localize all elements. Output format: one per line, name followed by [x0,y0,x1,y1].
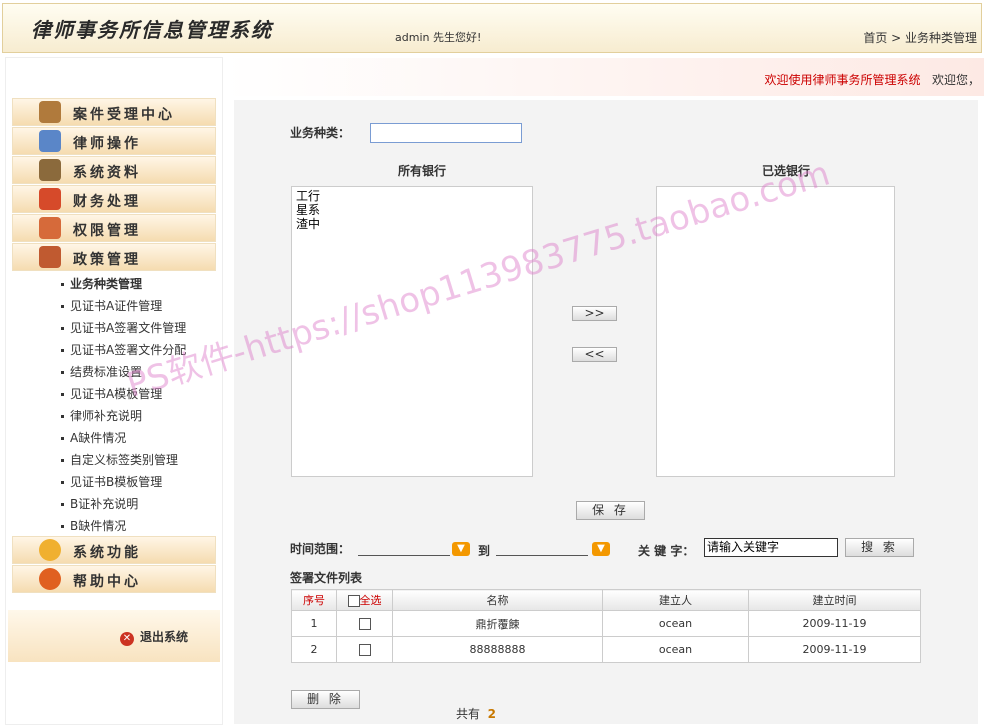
submenu-item[interactable]: 见证书A证件管理 [61,297,162,314]
table-title: 签署文件列表 [290,571,363,585]
total-count: 共有 2 [456,707,497,721]
app-title: 律师事务所信息管理系统 [31,18,273,42]
menu-item-policy[interactable]: 政策管理 [12,243,216,271]
data-icon [39,159,61,181]
submenu-item[interactable]: B证补充说明 [61,495,138,512]
all-banks-label: 所有银行 [398,164,447,178]
keyword-input[interactable]: 请输入关键字 [704,538,838,557]
submenu-item[interactable]: 见证书A签署文件管理 [61,319,186,336]
finance-icon [39,188,61,210]
type-label: 业务种类： [290,126,351,140]
col-header: 建立时间 [748,589,921,611]
menu-item-system[interactable]: 系统功能 [12,536,216,564]
col-header: 名称 [392,589,603,611]
submenu-item[interactable]: 见证书B模板管理 [61,473,162,490]
welcome-bar: 欢迎使用律师事务所管理系统 欢迎您， [224,58,984,96]
menu-item-finance[interactable]: 财务处理 [12,185,216,213]
welcome-text: 欢迎使用律师事务所管理系统 欢迎您， [764,73,980,87]
range-label: 时间范围： [290,542,351,556]
calendar-icon[interactable]: ▼ [452,542,470,556]
menu-item-lawyer[interactable]: 律师操作 [12,127,216,155]
submenu-item[interactable]: A缺件情况 [61,429,126,446]
row-checkbox[interactable] [358,644,371,656]
select-all[interactable]: 全选 [336,589,393,611]
case-icon [39,101,61,123]
logout-button[interactable]: ✕ 退出系统 [120,628,188,646]
policy-icon [39,246,61,268]
menu-item-permission[interactable]: 权限管理 [12,214,216,242]
keyword-label: 关 键 字： [638,544,695,558]
main-panel: 业务种类： 所有银行 已选银行 工行 星系 渣中 >> << 保 存 时间范围：… [234,100,978,724]
lawyer-icon [39,130,61,152]
checkbox[interactable] [347,595,360,607]
table-row[interactable]: 2 88888888 ocean 2009-11-19 [291,636,921,663]
start-date-input[interactable] [358,555,450,556]
document-table: 序号 全选 名称 建立人 建立时间 1 鼎折覆餗 ocean 2009-11-1… [291,589,921,663]
menu-item-data[interactable]: 系统资料 [12,156,216,184]
menu-item-case[interactable]: 案件受理中心 [12,98,216,126]
search-button[interactable]: 搜 索 [845,538,914,557]
calendar-icon[interactable]: ▼ [592,542,610,556]
user-greeting: admin 先生您好! [395,31,482,44]
submenu-item[interactable]: 自定义标签类别管理 [61,451,178,468]
type-input[interactable] [370,123,522,143]
submenu-item[interactable]: 业务种类管理 [61,275,142,292]
submenu-item[interactable]: 律师补充说明 [61,407,142,424]
save-button[interactable]: 保 存 [576,501,645,520]
col-header: 建立人 [602,589,749,611]
close-icon: ✕ [120,632,134,646]
col-header: 序号 [291,589,337,611]
gear-icon [39,539,61,561]
permission-icon [39,217,61,239]
help-icon [39,568,61,590]
menu-item-help[interactable]: 帮助中心 [12,565,216,593]
breadcrumb[interactable]: 首页 > 业务种类管理 [863,29,977,46]
add-button[interactable]: >> [572,306,617,321]
sidebar: 案件受理中心 律师操作 系统资料 财务处理 权限管理 政策管理 业务种类管理 见… [5,57,223,725]
submenu-item[interactable]: B缺件情况 [61,517,126,534]
list-item[interactable]: 星系 [296,203,528,217]
logout-panel: ✕ 退出系统 [8,610,220,662]
delete-button[interactable]: 删 除 [291,690,360,709]
list-item[interactable]: 渣中 [296,217,528,231]
header: 律师事务所信息管理系统 admin 先生您好! 首页 > 业务种类管理 [2,3,982,53]
remove-button[interactable]: << [572,347,617,362]
row-checkbox[interactable] [358,618,371,630]
table-row[interactable]: 1 鼎折覆餗 ocean 2009-11-19 [291,610,921,637]
to-label: 到 [478,544,491,558]
list-item[interactable]: 工行 [296,189,528,203]
end-date-input[interactable] [496,555,588,556]
